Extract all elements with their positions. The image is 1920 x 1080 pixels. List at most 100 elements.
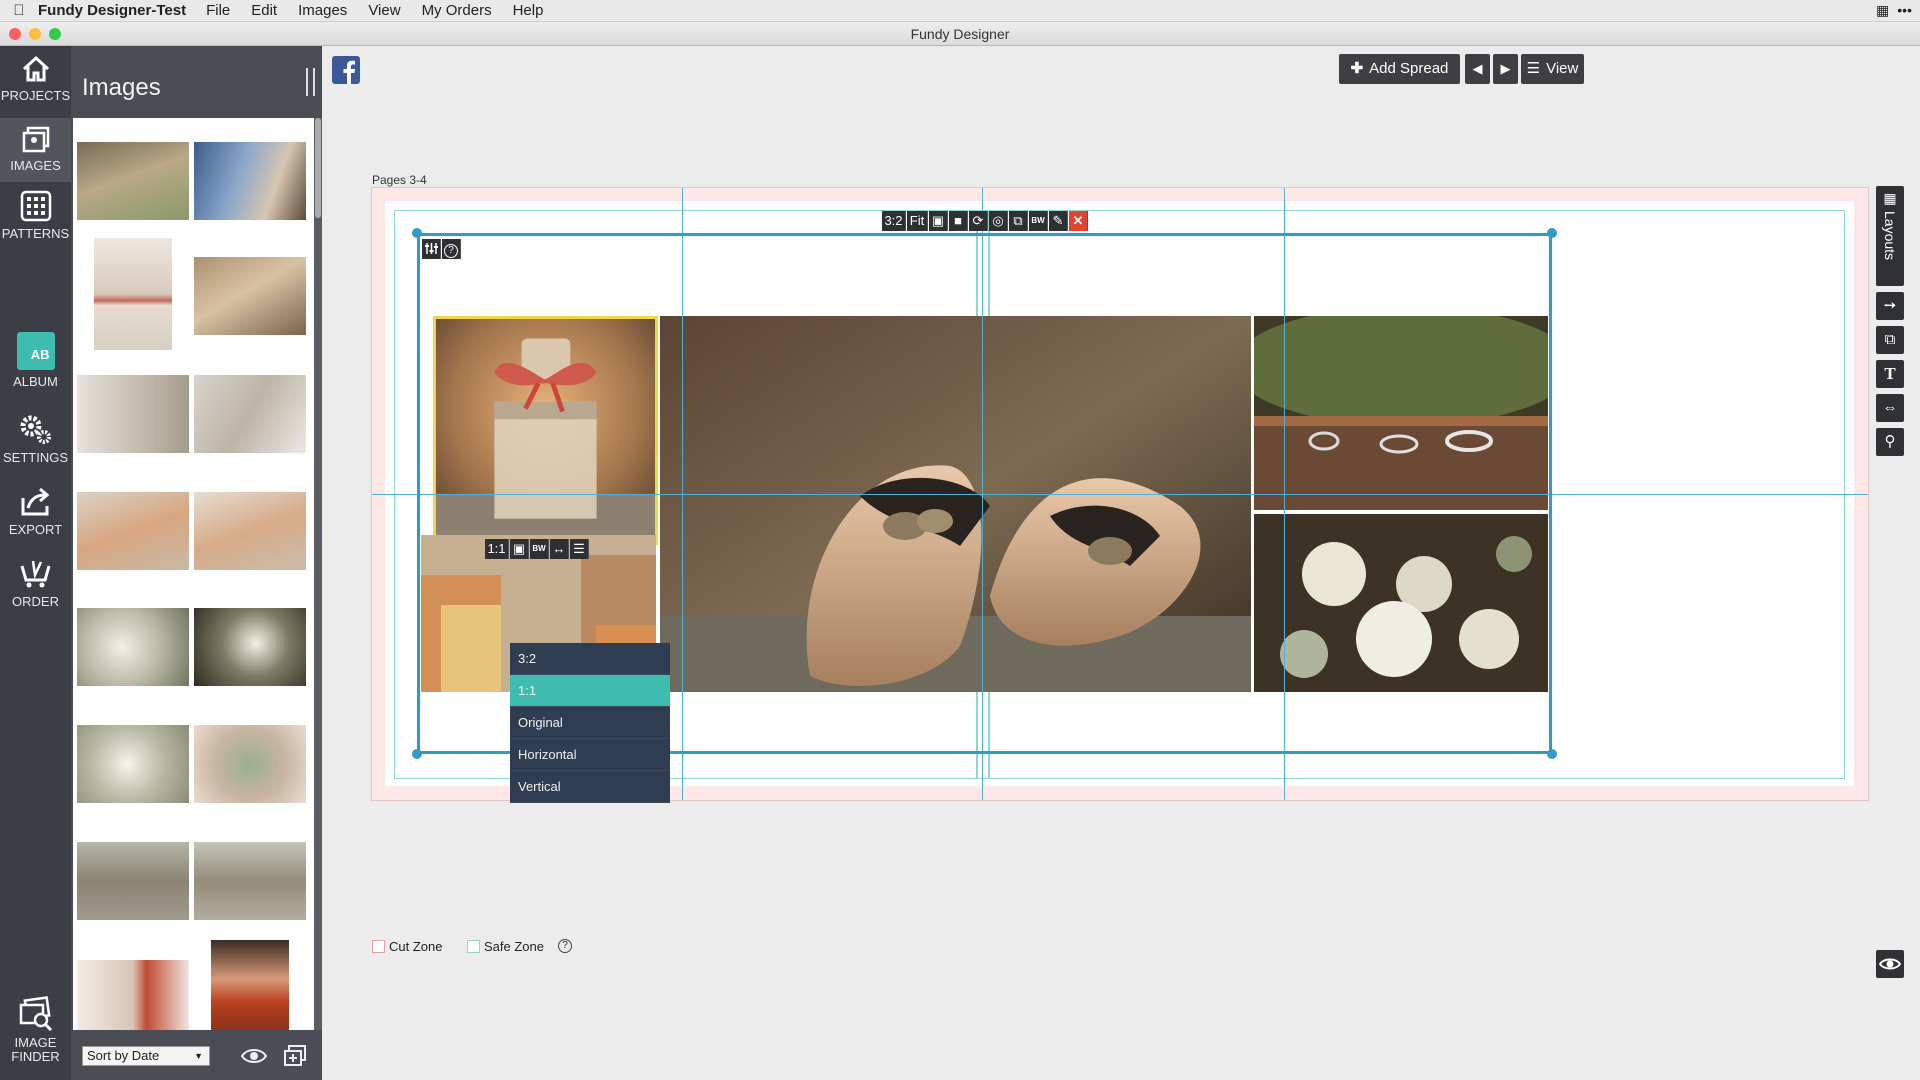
preview-button[interactable] (1876, 950, 1904, 978)
zoom-window-button[interactable] (49, 28, 61, 40)
sort-select[interactable]: Sort by Date ▼ (82, 1046, 210, 1066)
facebook-icon[interactable] (332, 56, 360, 84)
ratio-button[interactable]: 3:2 (882, 211, 906, 231)
more-icon[interactable]: ••• (1897, 2, 1912, 19)
nav-patterns[interactable]: PATTERNS (0, 186, 71, 248)
menu-edit[interactable]: Edit (251, 2, 277, 19)
view-button[interactable]: ☰ View (1521, 54, 1584, 84)
thumbnail[interactable] (77, 142, 189, 220)
fit-button[interactable]: Fit (907, 211, 928, 231)
fill-button[interactable]: ■ (949, 211, 968, 231)
filmstrip-icon[interactable]: ▦ (1876, 2, 1889, 19)
pin-button[interactable]: ➙ (1876, 292, 1904, 320)
scrollbar-thumb[interactable] (315, 118, 321, 218)
thumbnail[interactable] (194, 375, 306, 453)
photo-swap-button-2[interactable]: ▣ (510, 539, 529, 559)
rotate-button[interactable]: ⟳ (969, 211, 988, 231)
menu-my-orders[interactable]: My Orders (422, 2, 492, 19)
cut-zone-checkbox[interactable] (372, 940, 385, 953)
panel-resize-grip[interactable] (306, 68, 315, 96)
layouts-tab[interactable]: ▦ Layouts (1876, 186, 1904, 286)
thumbnail-scrollbar[interactable] (314, 118, 322, 1030)
thumbnail[interactable] (194, 725, 306, 803)
menu-view[interactable]: View (368, 2, 400, 19)
add-spread-button[interactable]: ✚ Add Spread (1339, 54, 1460, 84)
selection-handle-br[interactable] (1547, 749, 1557, 759)
eye-icon[interactable] (241, 1046, 267, 1066)
duplicate-icon: ⧉ (1884, 331, 1896, 348)
layouts-label: Layouts (1882, 211, 1898, 261)
nav-image-finder[interactable]: IMAGE FINDER (0, 996, 71, 1076)
menu-images[interactable]: Images (298, 2, 347, 19)
crop-option-1-1[interactable]: 1:1 (510, 675, 670, 707)
thumbnail[interactable] (194, 492, 306, 570)
thumbnail[interactable] (77, 608, 189, 686)
view-label: View (1546, 60, 1579, 77)
rotate-icon: ⟳ (972, 213, 984, 228)
minimize-window-button[interactable] (29, 28, 41, 40)
apple-icon[interactable]:  (0, 2, 38, 19)
selection-handle-bl[interactable] (412, 749, 422, 759)
text-button[interactable]: T (1876, 360, 1904, 388)
plus-icon: ✚ (1350, 60, 1364, 77)
image-thumbnail-grid[interactable] (73, 118, 314, 1030)
menu-icon: ☰ (573, 541, 585, 556)
black-white-button[interactable]: BW (1029, 211, 1048, 231)
selection-handle-tl[interactable] (412, 228, 422, 238)
spread-page-label: Pages 3-4 (372, 173, 427, 187)
menu-button[interactable]: ☰ (570, 539, 589, 559)
target-icon: ◎ (992, 213, 1004, 228)
previous-spread-button[interactable]: ◀ (1465, 54, 1490, 84)
spacing-button[interactable]: ⇔ (1876, 394, 1904, 422)
thumbnail[interactable] (194, 142, 306, 220)
nav-export[interactable]: EXPORT (0, 486, 71, 544)
zone-help-icon[interactable]: ? (558, 939, 572, 953)
nav-settings[interactable]: SETTINGS (0, 414, 71, 472)
prev-arrow-icon: ◀ (1472, 61, 1483, 76)
center-button[interactable]: ◎ (989, 211, 1008, 231)
help-button[interactable]: ? (442, 239, 461, 259)
thumbnail[interactable] (77, 960, 189, 1030)
nav-order[interactable]: ORDER (0, 558, 71, 616)
safe-zone-checkbox[interactable] (467, 940, 480, 953)
thumbnail[interactable] (77, 725, 189, 803)
photo-swap-button[interactable]: ▣ (929, 211, 948, 231)
menu-help[interactable]: Help (513, 2, 544, 19)
nav-image-finder-label2: FINDER (11, 1049, 60, 1064)
nav-album-label: ALBUM (13, 374, 58, 389)
crop-ratio-button[interactable]: 1:1 (485, 539, 509, 559)
close-window-button[interactable] (9, 28, 21, 40)
thumbnail[interactable] (211, 940, 289, 1030)
crop-option-horizontal[interactable]: Horizontal (510, 739, 670, 771)
delete-button[interactable]: ✕ (1069, 211, 1088, 231)
edit-button[interactable]: ✎ (1049, 211, 1068, 231)
menu-file[interactable]: File (206, 2, 230, 19)
square-icon: ■ (954, 213, 962, 228)
thumbnail[interactable] (77, 492, 189, 570)
nav-album[interactable]: AB ALBUM (0, 332, 71, 398)
album-badge: AB (30, 347, 50, 362)
nav-projects[interactable]: PROJECTS (0, 54, 71, 112)
crop-option-original[interactable]: Original (510, 707, 670, 739)
cut-zone-toggle[interactable]: Cut Zone (372, 939, 442, 954)
add-images-icon[interactable] (281, 1042, 309, 1070)
black-white-button-2[interactable]: BW (530, 539, 549, 559)
crop-option-3-2[interactable]: 3:2 (510, 643, 670, 675)
flip-button[interactable]: ↔ (550, 539, 569, 559)
thumbnail[interactable] (194, 842, 306, 920)
safe-zone-toggle[interactable]: Safe Zone (467, 939, 544, 954)
zoom-button[interactable]: ⚲ (1876, 428, 1904, 456)
thumbnail[interactable] (77, 842, 189, 920)
duplicate-spread-button[interactable]: ⧉ (1876, 326, 1904, 354)
adjust-button[interactable] (422, 239, 441, 259)
thumbnail[interactable] (77, 375, 189, 453)
next-spread-button[interactable]: ▶ (1493, 54, 1518, 84)
duplicate-button[interactable]: ⧉ (1009, 211, 1028, 231)
thumbnail[interactable] (94, 238, 172, 350)
thumbnail[interactable] (194, 257, 306, 335)
app-name-menu[interactable]: Fundy Designer-Test (38, 2, 186, 19)
nav-images[interactable]: IMAGES (0, 118, 71, 182)
crop-option-vertical[interactable]: Vertical (510, 771, 670, 803)
thumbnail[interactable] (194, 608, 306, 686)
selection-handle-tr[interactable] (1547, 228, 1557, 238)
